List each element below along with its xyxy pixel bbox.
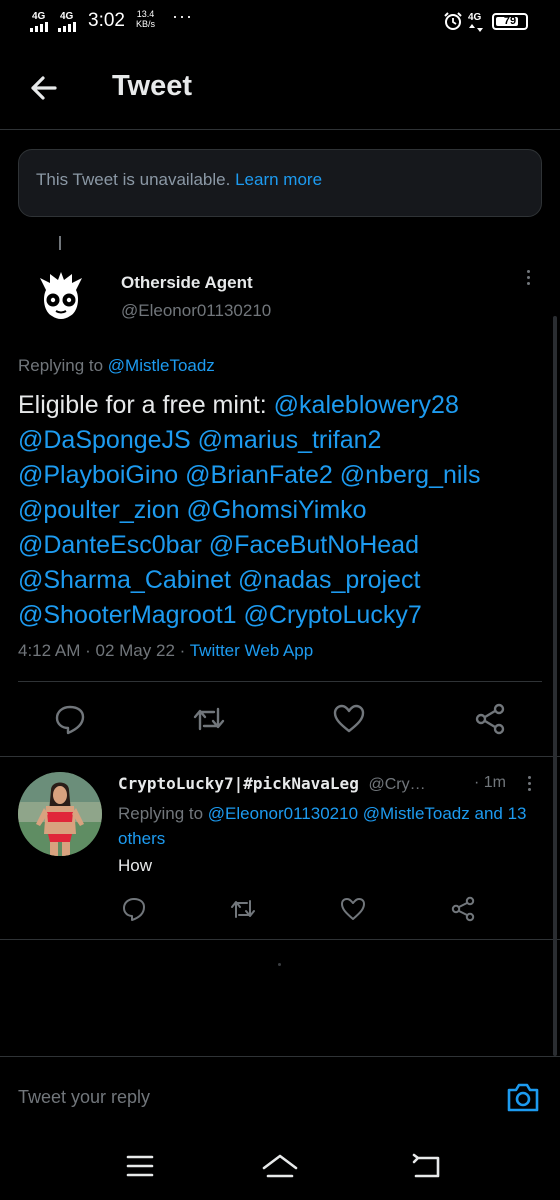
mention-link[interactable]: @Sharma_Cabinet bbox=[18, 566, 231, 594]
replying-to-link[interactable]: @MistleToadz bbox=[108, 356, 215, 375]
menu-icon[interactable] bbox=[120, 1146, 160, 1186]
mention-link[interactable]: @DanteEsc0bar bbox=[18, 531, 202, 559]
more-vertical-icon[interactable] bbox=[525, 270, 531, 288]
heart-icon[interactable] bbox=[339, 895, 367, 923]
more-vertical-icon[interactable] bbox=[526, 776, 532, 794]
mention-link[interactable]: @nberg_nils bbox=[340, 461, 481, 489]
share-icon[interactable] bbox=[473, 702, 507, 736]
tweet-body-text: Eligible for a free mint: bbox=[18, 391, 274, 419]
mention-link[interactable]: @marius_trifan2 bbox=[198, 426, 382, 454]
reply-time: · 1m bbox=[474, 774, 506, 791]
mention-link[interactable]: @FaceButNoHead bbox=[209, 531, 419, 559]
scrollbar[interactable] bbox=[553, 316, 557, 1056]
camera-icon[interactable] bbox=[505, 1079, 541, 1115]
unavailable-text: This Tweet is unavailable. bbox=[36, 170, 231, 189]
network-speed-unit: KB/s bbox=[136, 19, 156, 29]
network-speed: 13.4 KB/s bbox=[136, 9, 155, 29]
heart-icon[interactable] bbox=[332, 702, 366, 736]
avatar[interactable] bbox=[18, 772, 102, 856]
comment-icon[interactable] bbox=[53, 702, 87, 736]
signal-label-1: 4G bbox=[32, 11, 46, 22]
reply-composer: Tweet your reply bbox=[0, 1056, 560, 1126]
retweet-icon[interactable] bbox=[192, 702, 226, 736]
home-icon[interactable] bbox=[260, 1146, 300, 1186]
mention-link[interactable]: @DaSpongeJS bbox=[18, 426, 191, 454]
meta-separator: · bbox=[85, 641, 91, 660]
signal-bars-1-icon bbox=[30, 22, 48, 32]
thread-connector bbox=[59, 236, 61, 250]
signal-label-2: 4G bbox=[60, 11, 74, 22]
tweet-timestamp: 4:12 AM · 02 May 22 · Twitter Web App bbox=[18, 641, 313, 661]
reply-author-handle[interactable]: @Cry… bbox=[368, 776, 425, 793]
top-app-bar: Tweet bbox=[0, 44, 560, 130]
comment-icon[interactable] bbox=[120, 895, 148, 923]
mention-link[interactable]: @GhomsiYimko bbox=[187, 496, 367, 524]
mention-link[interactable]: @BrianFate2 bbox=[185, 461, 333, 489]
alarm-icon bbox=[444, 12, 462, 30]
tweet-text: Eligible for a free mint: @kaleblowery28… bbox=[18, 388, 543, 633]
mention-link[interactable]: @kaleblowery28 bbox=[274, 391, 459, 419]
replying-label: Replying to bbox=[18, 356, 104, 375]
network-right-label: 4G bbox=[468, 12, 482, 23]
reply-text: How bbox=[118, 856, 153, 875]
meta-separator: · bbox=[179, 641, 186, 660]
unavailable-tweet-notice: This Tweet is unavailable. Learn more bbox=[18, 149, 542, 217]
network-speed-value: 13.4 bbox=[136, 9, 155, 19]
battery-icon: 79 bbox=[492, 13, 528, 30]
reply-author-name[interactable]: CryptoLucky7|#pickNavaLeg bbox=[118, 774, 359, 793]
learn-more-link[interactable]: Learn more bbox=[235, 170, 322, 189]
tweet-reply-input[interactable]: Tweet your reply bbox=[18, 1087, 150, 1108]
mention-link[interactable]: @PlayboiGino bbox=[18, 461, 178, 489]
reply-replying-to: Replying to @Eleonor01130210 @MistleToad… bbox=[118, 801, 543, 851]
page-title: Tweet bbox=[112, 70, 193, 102]
battery-level: 79 bbox=[503, 15, 517, 27]
reply-author[interactable]: CryptoLucky7|#pickNavaLeg @Cry… bbox=[118, 774, 426, 794]
notification-overflow: ··· bbox=[172, 6, 193, 26]
back-nav-icon[interactable] bbox=[406, 1146, 446, 1186]
system-navigation-bar bbox=[0, 1126, 560, 1200]
divider bbox=[0, 756, 560, 757]
mention-link[interactable]: @nadas_project bbox=[238, 566, 420, 594]
author-name[interactable]: Otherside Agent bbox=[121, 273, 253, 293]
avatar[interactable] bbox=[26, 258, 96, 328]
loading-indicator bbox=[278, 963, 281, 966]
tweet-time: 4:12 AM bbox=[18, 641, 81, 660]
mention-link[interactable]: @CryptoLucky7 bbox=[244, 601, 422, 629]
mention-link[interactable]: @ShooterMagroot1 bbox=[18, 601, 237, 629]
mention-link[interactable]: @poulter_zion bbox=[18, 496, 180, 524]
clock: 3:02 bbox=[88, 10, 125, 31]
signal-bars-2-icon bbox=[58, 22, 76, 32]
status-bar: 4G 4G 3:02 13.4 KB/s ··· 4G 79 bbox=[0, 0, 560, 44]
arrow-left-icon[interactable] bbox=[24, 68, 64, 108]
share-icon[interactable] bbox=[449, 895, 477, 923]
replying-to: Replying to @MistleToadz bbox=[18, 356, 215, 376]
retweet-icon[interactable] bbox=[229, 895, 257, 923]
divider bbox=[18, 681, 542, 682]
replying-label: Replying to bbox=[118, 804, 204, 823]
tweet-date: 02 May 22 bbox=[95, 641, 175, 660]
author-handle[interactable]: @Eleonor01130210 bbox=[121, 301, 271, 321]
divider bbox=[0, 939, 560, 940]
data-arrows-icon bbox=[469, 24, 483, 32]
tweet-source-link[interactable]: Twitter Web App bbox=[190, 641, 313, 660]
